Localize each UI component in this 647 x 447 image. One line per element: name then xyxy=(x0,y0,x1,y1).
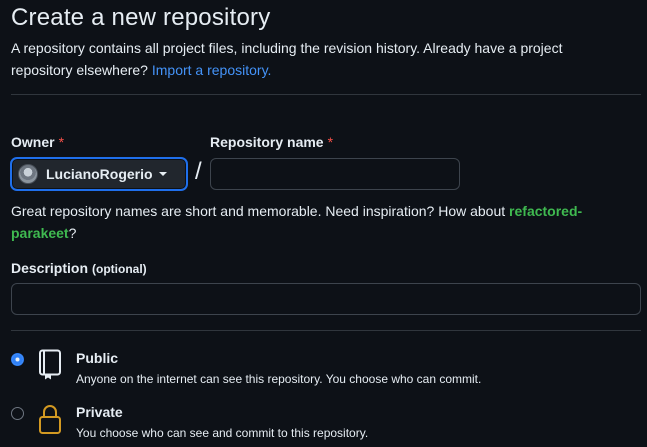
visibility-private-option[interactable]: Private You choose who can see and commi… xyxy=(11,403,368,442)
page-title: Create a new repository xyxy=(11,4,271,31)
repository-name-label: Repository name * xyxy=(210,134,333,150)
subtitle-text: A repository contains all project files,… xyxy=(11,40,563,78)
owner-repo-separator: / xyxy=(195,158,202,185)
description-label-text: Description xyxy=(11,260,89,276)
chevron-down-icon xyxy=(158,172,167,176)
divider xyxy=(11,94,641,95)
visibility-public-option[interactable]: Public Anyone on the internet can see th… xyxy=(11,349,481,388)
owner-select-button[interactable]: LucianoRogerio xyxy=(10,157,188,191)
lock-icon xyxy=(39,405,61,434)
page-subtitle: A repository contains all project files,… xyxy=(11,37,611,81)
hint-text: Great repository names are short and mem… xyxy=(11,203,506,219)
description-label: Description (optional) xyxy=(11,260,147,276)
repo-icon xyxy=(39,349,61,380)
import-repository-link[interactable]: Import a repository. xyxy=(152,62,272,78)
avatar xyxy=(18,164,38,184)
owner-required-mark: * xyxy=(58,134,65,150)
description-optional: (optional) xyxy=(92,262,147,276)
public-radio[interactable] xyxy=(11,353,24,366)
owner-label: Owner * xyxy=(11,134,64,150)
repository-name-label-text: Repository name xyxy=(210,134,324,150)
create-repo-page: Create a new repository A repository con… xyxy=(0,0,647,447)
public-text: Public Anyone on the internet can see th… xyxy=(76,349,481,388)
description-input[interactable] xyxy=(11,283,641,315)
name-hint: Great repository names are short and mem… xyxy=(11,200,631,244)
repository-name-input[interactable] xyxy=(210,158,460,190)
owner-name: LucianoRogerio xyxy=(46,166,153,182)
private-radio[interactable] xyxy=(11,407,24,420)
divider xyxy=(11,330,641,331)
private-text: Private You choose who can see and commi… xyxy=(76,403,368,442)
hint-end: ? xyxy=(68,225,77,241)
public-description: Anyone on the internet can see this repo… xyxy=(76,372,482,386)
private-title: Private xyxy=(76,404,123,420)
public-title: Public xyxy=(76,350,119,366)
repository-name-required-mark: * xyxy=(327,134,334,150)
private-description: You choose who can see and commit to thi… xyxy=(76,426,369,440)
owner-label-text: Owner xyxy=(11,134,55,150)
